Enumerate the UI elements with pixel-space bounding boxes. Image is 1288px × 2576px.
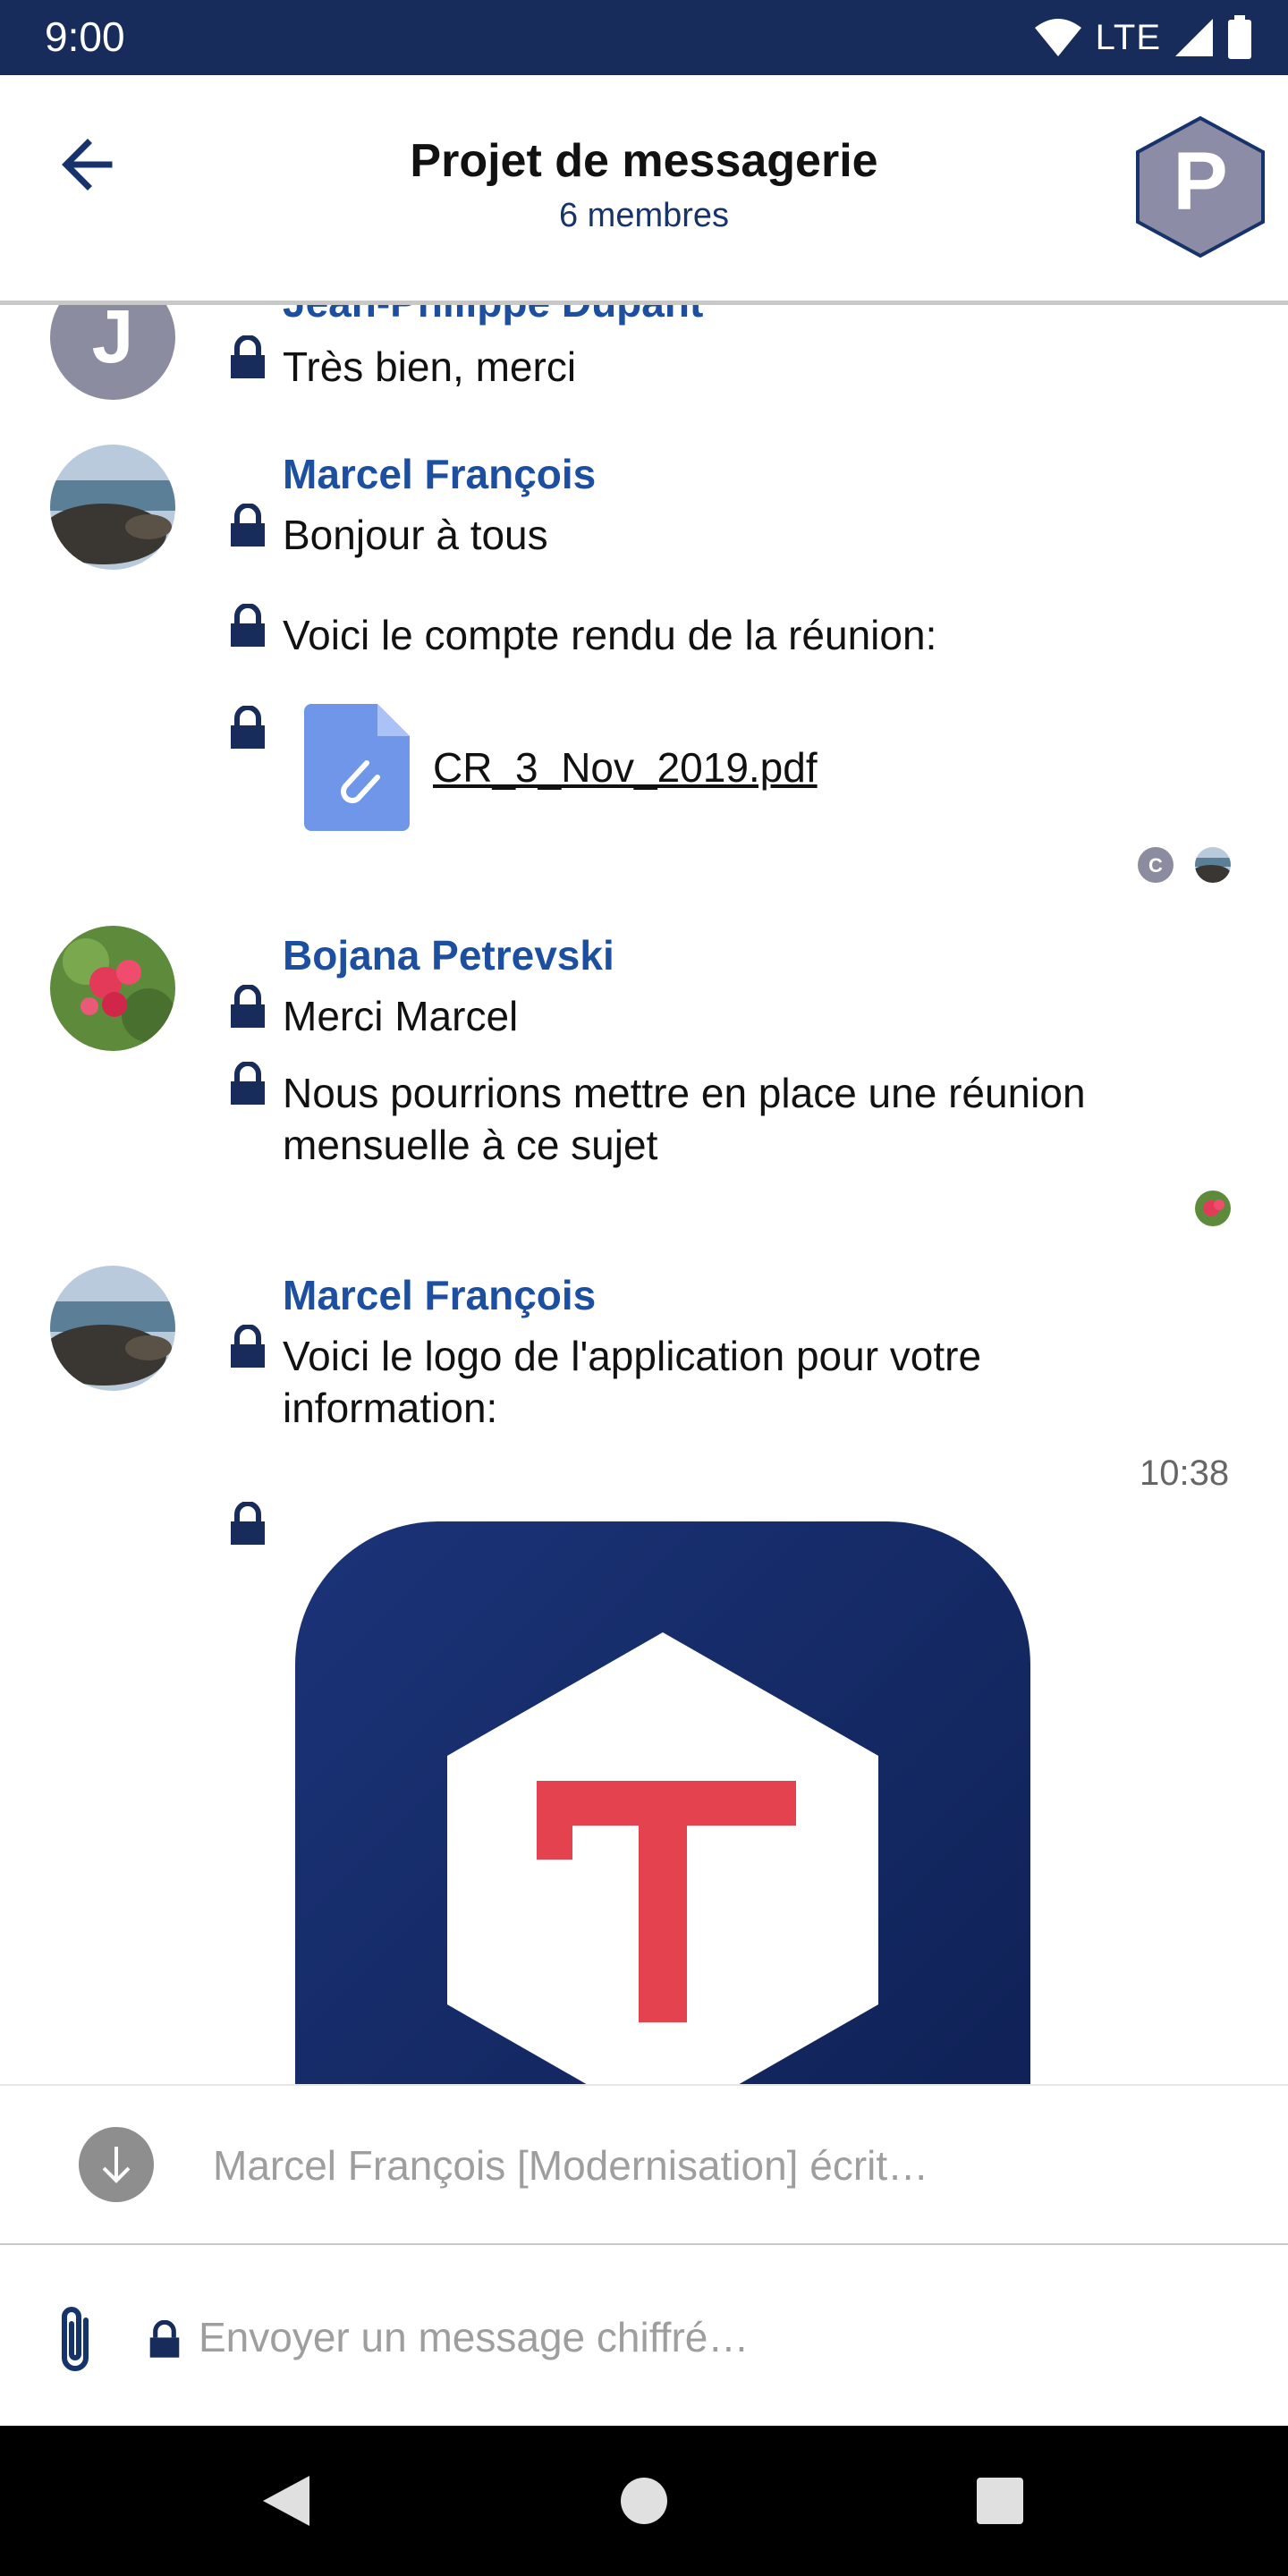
message-timestamp: 10:38 (1140, 1453, 1230, 1493)
message-input[interactable] (197, 2301, 1238, 2374)
chat-header: Projet de messagerie 6 membres P (0, 75, 1288, 305)
read-receipt-avatar[interactable]: C (1138, 847, 1174, 883)
lock-icon (231, 1062, 265, 1105)
typing-indicator-bar: Marcel François [Modernisation] écrit… (0, 2084, 1288, 2247)
paperclip-icon[interactable] (50, 2304, 100, 2376)
system-navigation-bar (0, 2426, 1288, 2576)
read-receipt-avatar[interactable] (1195, 847, 1231, 883)
receipt-initial: C (1148, 854, 1163, 877)
message-text: Voici le compte rendu de la réunion: (283, 612, 937, 658)
lock-icon (231, 604, 265, 647)
room-member-count[interactable]: 6 membres (0, 197, 1288, 235)
avatar-jean-philippe[interactable]: J (50, 305, 175, 400)
avatar-marcel[interactable] (50, 1266, 175, 1391)
status-icons: LTE (1033, 13, 1252, 63)
lock-icon (231, 985, 265, 1028)
sender-name[interactable]: Marcel François (283, 1271, 596, 1319)
message-text: Merci Marcel (283, 993, 519, 1039)
lock-icon (231, 504, 265, 547)
avatar-bojana[interactable] (50, 926, 175, 1051)
wifi-icon (1034, 19, 1081, 56)
signal-icon (1175, 19, 1213, 56)
message-composer (0, 2245, 1288, 2426)
message-timeline[interactable]: J Jean-Philippe Dupant Très bien, merci … (0, 305, 1288, 2084)
message-text: Très bien, merci (283, 343, 577, 390)
avatar-marcel[interactable] (50, 445, 175, 570)
room-title: Projet de messagerie (410, 135, 878, 187)
message-text: Bonjour à tous (283, 512, 548, 558)
sender-name[interactable]: Bojana Petrevski (283, 931, 614, 979)
sender-name[interactable]: Jean-Philippe Dupant (283, 305, 703, 326)
nav-back-icon[interactable] (259, 2472, 313, 2529)
room-avatar[interactable]: P (1134, 114, 1267, 259)
status-time: 9:00 (45, 13, 125, 60)
scroll-to-bottom-button[interactable] (79, 2127, 154, 2202)
message-text: Voici le logo de l'application pour votr… (283, 1333, 982, 1431)
lock-icon (231, 1502, 265, 1545)
typing-indicator-text: Marcel François [Modernisation] écrit… (213, 2142, 929, 2189)
message-text: Nous pourrions mettre en place une réuni… (283, 1070, 1086, 1168)
lock-icon (149, 2320, 180, 2358)
battery-icon (1228, 15, 1251, 59)
file-attachment-link[interactable]: CR_3_Nov_2019.pdf (433, 743, 818, 792)
room-title-block: Projet de messagerie 6 membres (0, 134, 1288, 235)
app-logo-letter: T (660, 1962, 665, 1971)
nav-home-icon[interactable] (621, 2478, 667, 2524)
lock-icon (231, 335, 265, 378)
room-avatar-initial: P (1173, 136, 1227, 227)
lock-icon (231, 706, 265, 749)
lock-icon (231, 1325, 265, 1368)
network-type: LTE (1095, 17, 1161, 57)
file-attachment-icon[interactable] (304, 704, 410, 831)
avatar-initial: J (92, 305, 134, 378)
status-bar: 9:00 LTE (0, 0, 1288, 75)
nav-recents-icon[interactable] (977, 2478, 1023, 2524)
app-logo-image[interactable]: T (295, 1521, 1030, 2084)
sender-name[interactable]: Marcel François (283, 450, 596, 498)
arrow-down-icon (102, 2147, 131, 2183)
read-receipt-avatar[interactable] (1195, 1191, 1231, 1226)
